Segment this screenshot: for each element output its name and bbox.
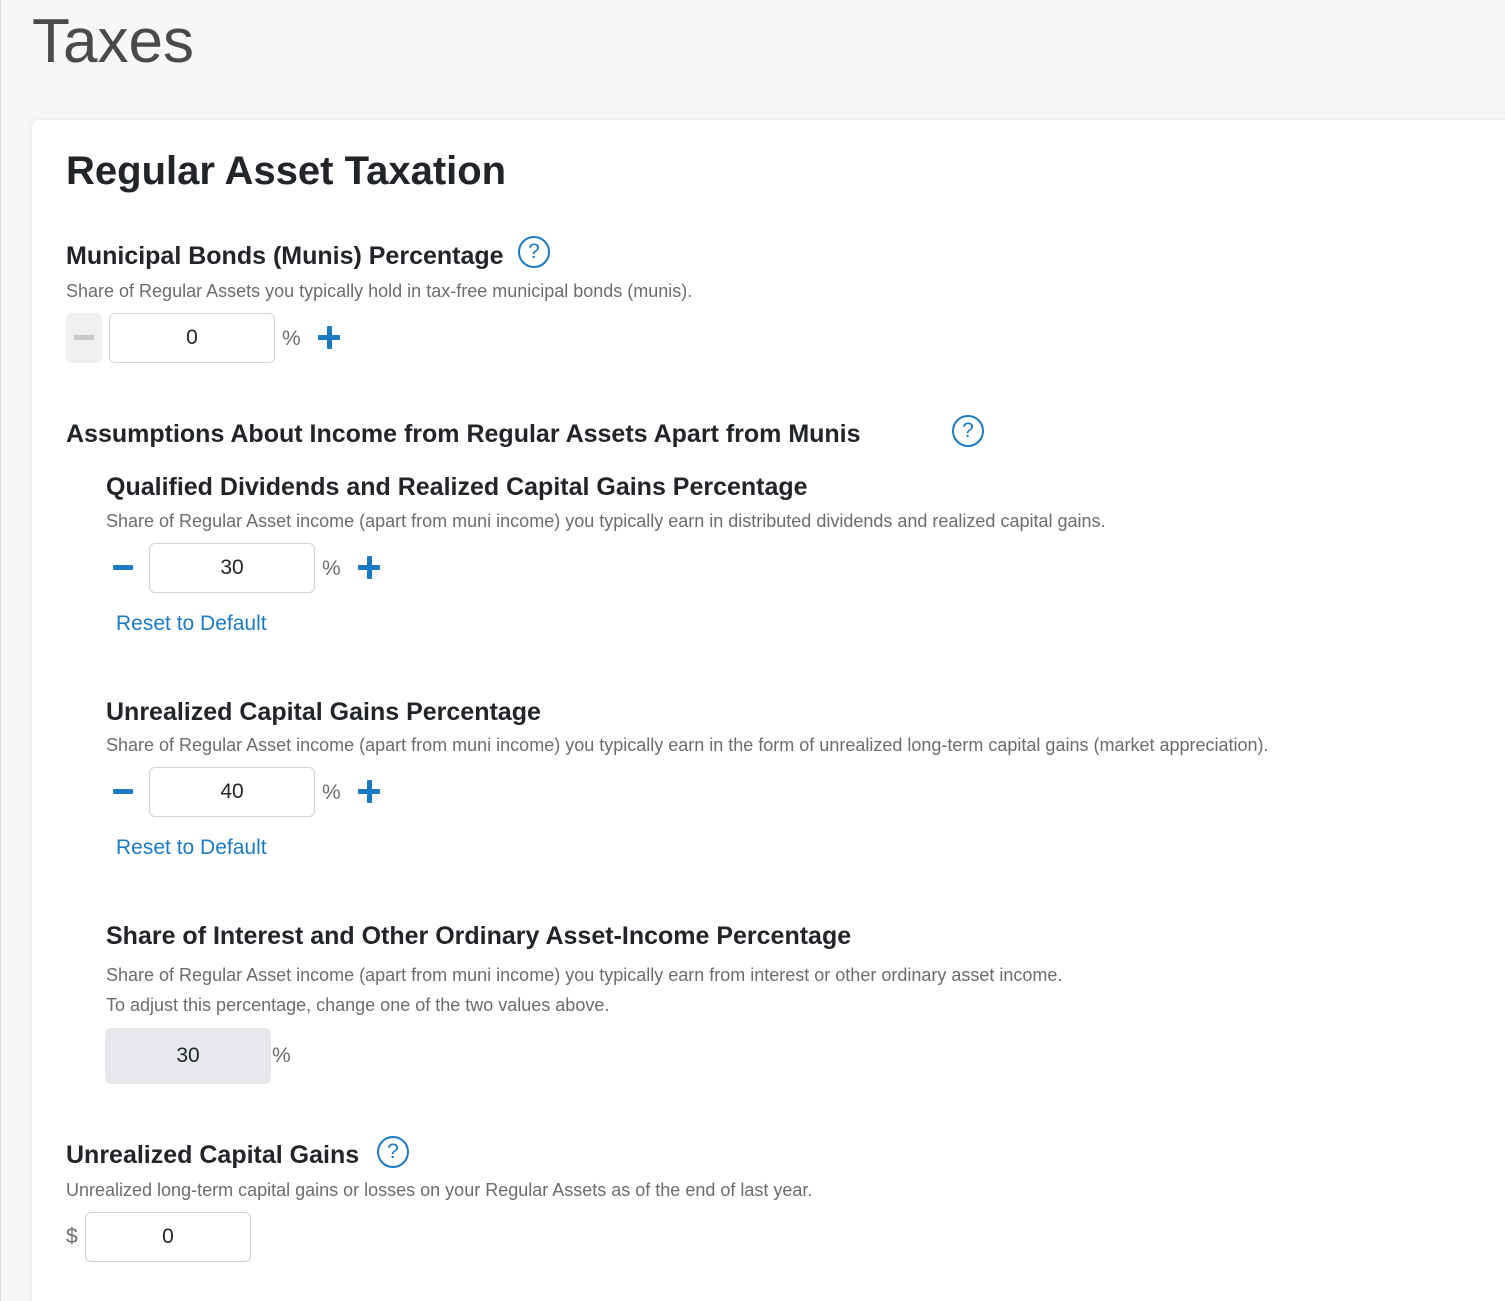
- unrealized-capital-gains-description: Unrealized long-term capital gains or lo…: [66, 1180, 813, 1200]
- minus-icon: [74, 335, 94, 340]
- interest-income-percent-unit: %: [272, 1044, 291, 1067]
- unrealized-gains-pct-percent-unit: %: [322, 781, 341, 804]
- interest-income-readonly-input: [105, 1028, 271, 1084]
- minus-icon: [113, 789, 133, 794]
- unrealized-gains-pct-label: Unrealized Capital Gains Percentage: [106, 698, 541, 726]
- unrealized-capital-gains-help-icon[interactable]: ?: [377, 1136, 409, 1168]
- interest-income-description: Share of Regular Asset income (apart fro…: [106, 965, 1063, 985]
- qualified-dividends-increment-button[interactable]: [358, 556, 382, 580]
- qualified-dividends-input[interactable]: [149, 543, 315, 593]
- interest-income-label: Share of Interest and Other Ordinary Ass…: [106, 922, 852, 950]
- qualified-dividends-percent-unit: %: [322, 557, 341, 580]
- interest-income-note: To adjust this percentage, change one of…: [106, 995, 610, 1015]
- regular-asset-taxation-card: Regular Asset Taxation Municipal Bonds (…: [32, 120, 1505, 1301]
- qualified-dividends-decrement-button[interactable]: [105, 543, 141, 593]
- munis-increment-button[interactable]: [318, 326, 342, 350]
- qualified-dividends-description: Share of Regular Asset income (apart fro…: [106, 511, 1106, 531]
- currency-symbol: $: [66, 1225, 78, 1248]
- page: Taxes Regular Asset Taxation Municipal B…: [0, 0, 1505, 1301]
- munis-percent-unit: %: [282, 327, 301, 350]
- munis-label: Municipal Bonds (Munis) Percentage: [66, 242, 504, 270]
- munis-help-icon[interactable]: ?: [518, 236, 550, 268]
- unrealized-capital-gains-input[interactable]: [85, 1212, 251, 1262]
- minus-icon: [113, 565, 133, 570]
- section-title: Regular Asset Taxation: [66, 149, 507, 193]
- unrealized-gains-pct-reset-link[interactable]: Reset to Default: [116, 833, 267, 863]
- qualified-dividends-reset-link[interactable]: Reset to Default: [116, 609, 267, 639]
- unrealized-gains-pct-decrement-button[interactable]: [105, 767, 141, 817]
- qualified-dividends-label: Qualified Dividends and Realized Capital…: [106, 473, 808, 501]
- assumptions-help-icon[interactable]: ?: [952, 415, 984, 447]
- assumptions-label: Assumptions About Income from Regular As…: [66, 420, 861, 448]
- unrealized-gains-pct-increment-button[interactable]: [358, 780, 382, 804]
- munis-percentage-input[interactable]: [109, 313, 275, 363]
- unrealized-capital-gains-label: Unrealized Capital Gains: [66, 1141, 360, 1169]
- unrealized-gains-pct-description: Share of Regular Asset income (apart fro…: [106, 735, 1269, 755]
- munis-decrement-button[interactable]: [66, 313, 102, 363]
- munis-description: Share of Regular Assets you typically ho…: [66, 281, 693, 301]
- page-title: Taxes: [32, 7, 194, 76]
- unrealized-gains-pct-input[interactable]: [149, 767, 315, 817]
